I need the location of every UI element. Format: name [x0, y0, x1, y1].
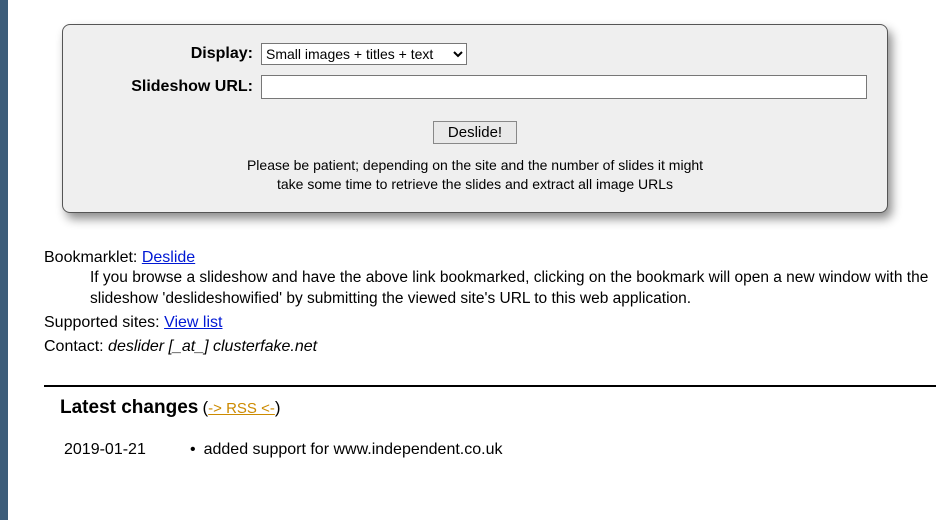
display-row: Display: Small images + titles + text: [83, 43, 867, 65]
supported-row: Supported sites: View list: [44, 312, 934, 334]
bookmarklet-desc: If you browse a slideshow and have the a…: [90, 268, 934, 310]
paren-close: ): [275, 398, 281, 417]
bullet-icon: •: [190, 441, 196, 459]
changes-list: 2019-01-21 • added support for www.indep…: [64, 441, 933, 459]
slideshow-url-input[interactable]: [261, 75, 867, 99]
left-strip: [0, 0, 8, 520]
hint-line2: take some time to retrieve the slides an…: [277, 176, 673, 192]
display-select[interactable]: Small images + titles + text: [261, 43, 467, 65]
bookmarklet-label: Bookmarklet:: [44, 249, 137, 266]
separator: [44, 385, 936, 387]
page-content: Display: Small images + titles + text Sl…: [8, 0, 933, 459]
contact-row: Contact: deslider [_at_] clusterfake.net: [44, 336, 934, 358]
changes-section: Latest changes (-> RSS <-) 2019-01-21 • …: [60, 397, 933, 459]
change-date: 2019-01-21: [64, 441, 190, 459]
contact-label: Contact:: [44, 338, 104, 355]
rss-link[interactable]: -> RSS <-: [208, 400, 275, 417]
info-section: Bookmarklet: Deslide If you browse a sli…: [44, 247, 934, 358]
submit-row: Deslide!: [83, 121, 867, 144]
url-label: Slideshow URL:: [83, 78, 261, 96]
contact-value: deslider [_at_] clusterfake.net: [108, 338, 317, 355]
deslide-button[interactable]: Deslide!: [433, 121, 517, 144]
supported-link[interactable]: View list: [164, 314, 222, 331]
deslide-form-panel: Display: Small images + titles + text Sl…: [62, 24, 888, 213]
change-row: 2019-01-21 • added support for www.indep…: [64, 441, 933, 459]
bookmarklet-row: Bookmarklet: Deslide: [44, 247, 934, 269]
url-row: Slideshow URL:: [83, 75, 867, 99]
hint-text: Please be patient; depending on the site…: [83, 156, 867, 194]
supported-label: Supported sites:: [44, 314, 160, 331]
hint-line1: Please be patient; depending on the site…: [247, 157, 703, 173]
display-label: Display:: [83, 45, 261, 63]
bookmarklet-link[interactable]: Deslide: [142, 249, 195, 266]
change-text: added support for www.independent.co.uk: [204, 441, 503, 459]
changes-heading: Latest changes: [60, 397, 198, 418]
